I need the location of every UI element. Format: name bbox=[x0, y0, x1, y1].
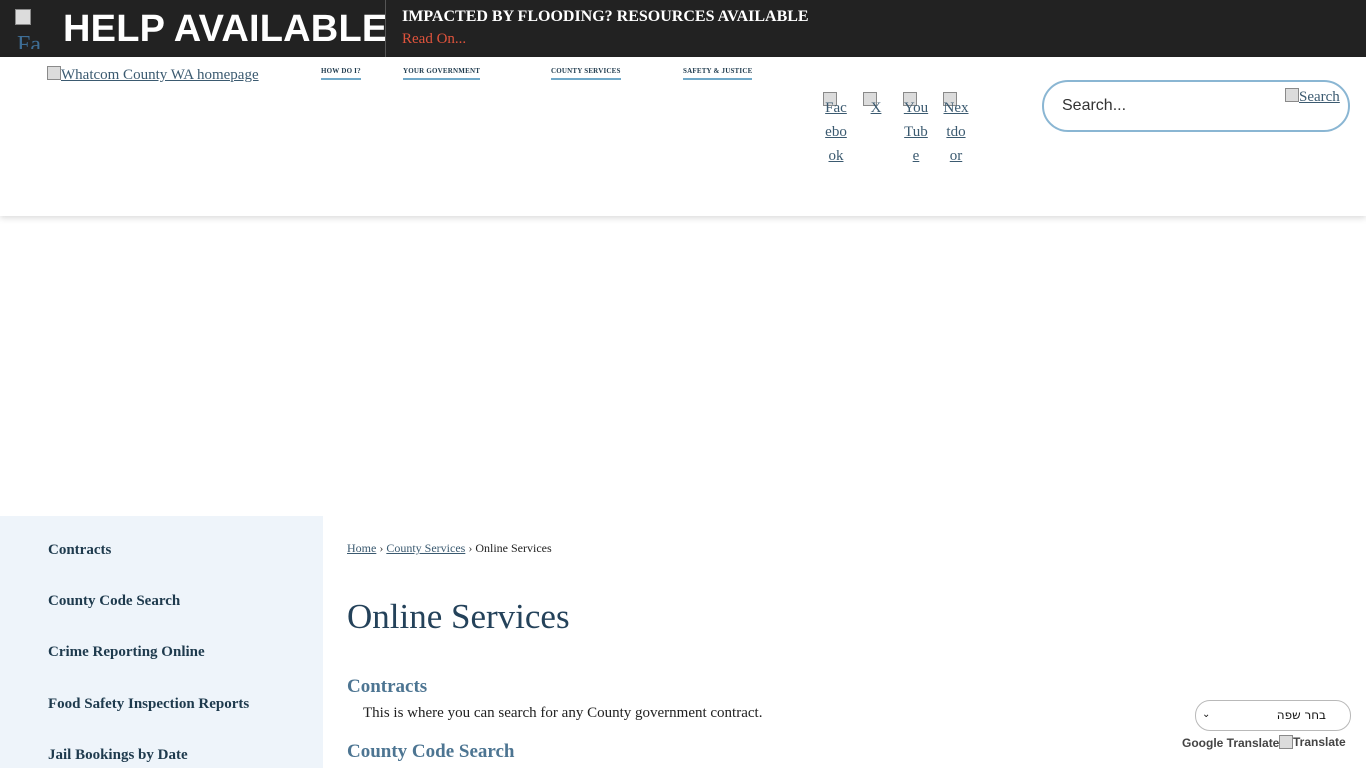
alert-image-alt: Fa bbox=[17, 32, 41, 49]
sidebar-item-jail-bookings[interactable]: Jail Bookings by Date bbox=[48, 745, 188, 765]
nextdoor-link[interactable]: Nextdoor bbox=[943, 92, 969, 168]
search-button[interactable]: Search bbox=[1285, 88, 1340, 106]
sidebar-item-county-code-search[interactable]: County Code Search bbox=[48, 591, 180, 611]
logo-alt-text: Whatcom County WA homepage bbox=[61, 67, 259, 83]
nav-your-government[interactable]: YOUR GOVERNMENT bbox=[403, 67, 481, 80]
section-title-contracts[interactable]: Contracts bbox=[347, 676, 427, 698]
facebook-link[interactable]: Facebook bbox=[823, 92, 849, 168]
language-select[interactable]: ⌄ בחר שפה bbox=[1195, 700, 1351, 731]
sidebar-item-contracts[interactable]: Contracts bbox=[48, 540, 111, 560]
breadcrumb-current: Online Services bbox=[475, 541, 552, 555]
nav-how-do-i[interactable]: HOW DO I? bbox=[321, 67, 361, 80]
translate-icon bbox=[1279, 735, 1293, 749]
facebook-label: Facebook bbox=[825, 100, 847, 164]
page-title: Online Services bbox=[347, 597, 570, 636]
section-description-contracts: This is where you can search for any Cou… bbox=[363, 705, 763, 721]
breadcrumb-county-services[interactable]: County Services bbox=[386, 541, 465, 555]
youtube-label: YouTube bbox=[903, 100, 929, 164]
search-button-label: Search bbox=[1299, 89, 1340, 105]
sidebar-item-crime-reporting[interactable]: Crime Reporting Online bbox=[48, 642, 205, 662]
alert-image-icon: Fa bbox=[15, 9, 55, 49]
sidebar: Contracts County Code Search Crime Repor… bbox=[0, 516, 323, 768]
breadcrumb-separator: › bbox=[379, 541, 384, 555]
breadcrumb-separator: › bbox=[468, 541, 473, 555]
homepage-logo-link[interactable]: Whatcom County WA homepage bbox=[47, 66, 259, 84]
site-header: Whatcom County WA homepage HOW DO I? YOU… bbox=[0, 57, 1366, 216]
search-icon bbox=[1285, 88, 1299, 102]
x-link[interactable]: X bbox=[863, 92, 889, 120]
broken-image-icon bbox=[15, 9, 31, 25]
nav-safety-justice[interactable]: SAFETY & JUSTICE bbox=[683, 67, 753, 80]
chevron-down-icon: ⌄ bbox=[1202, 709, 1211, 720]
alert-read-on-link[interactable]: Read On... bbox=[402, 30, 466, 48]
nav-county-services[interactable]: COUNTY SERVICES bbox=[551, 67, 621, 80]
alert-banner: Fa HELP AVAILABLE IMPACTED BY FLOODING? … bbox=[0, 0, 1366, 57]
translate-button[interactable]: Translate bbox=[1279, 735, 1346, 749]
broken-image-icon bbox=[47, 66, 61, 80]
section-title-county-code-search[interactable]: County Code Search bbox=[347, 741, 515, 763]
nextdoor-label: Nextdoor bbox=[943, 100, 969, 164]
youtube-link[interactable]: YouTube bbox=[903, 92, 929, 168]
google-translate-label: Google Translate bbox=[1182, 736, 1280, 750]
breadcrumb-home[interactable]: Home bbox=[347, 541, 376, 555]
alert-divider bbox=[385, 0, 386, 57]
search-input[interactable] bbox=[1062, 94, 1282, 118]
alert-title: HELP AVAILABLE bbox=[63, 8, 388, 50]
sidebar-item-food-safety[interactable]: Food Safety Inspection Reports bbox=[48, 694, 249, 714]
breadcrumb: Home › County Services › Online Services bbox=[347, 540, 552, 556]
translate-button-label: Translate bbox=[1293, 735, 1346, 749]
alert-headline: IMPACTED BY FLOODING? RESOURCES AVAILABL… bbox=[402, 8, 809, 25]
language-select-value: בחר שפה bbox=[1276, 708, 1326, 722]
x-label: X bbox=[870, 100, 882, 116]
